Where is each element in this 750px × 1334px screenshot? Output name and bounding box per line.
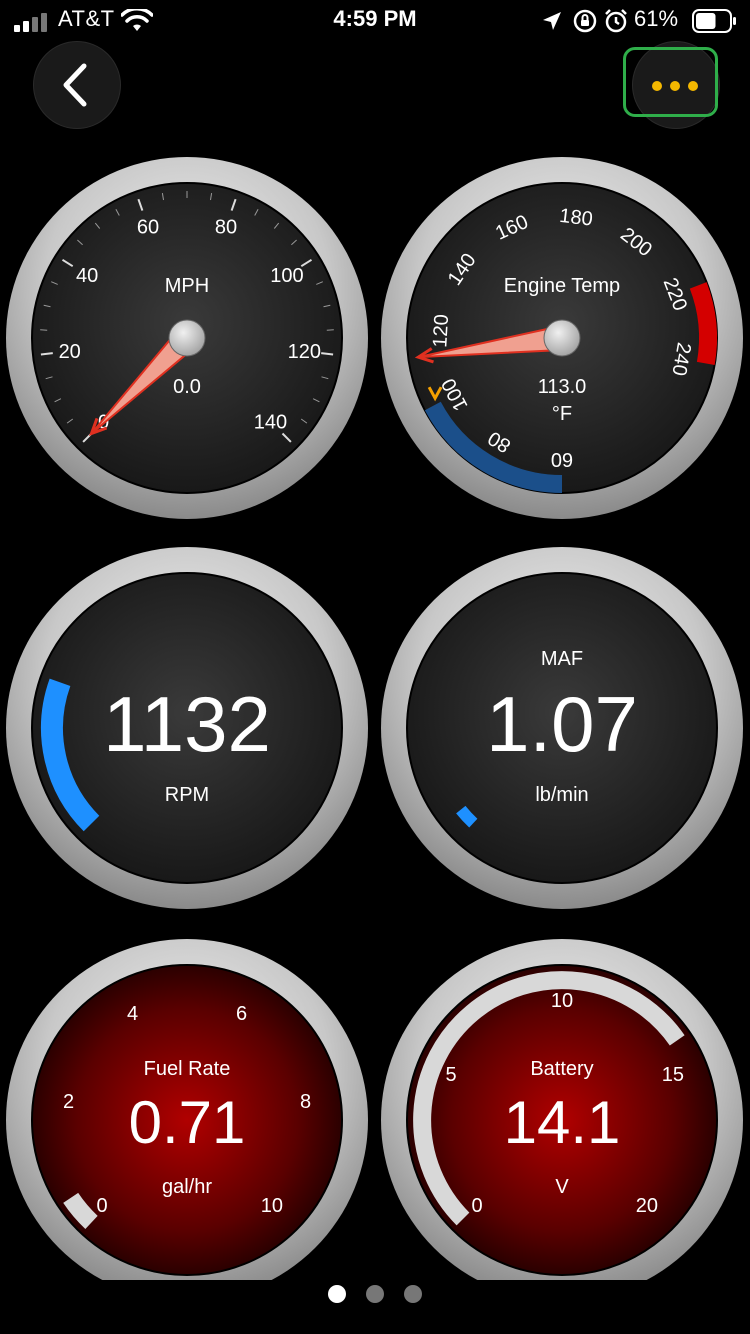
engine-temp-hub [543, 319, 581, 357]
engine-temp-tick-label: 60 [551, 448, 573, 470]
alarm-icon [605, 9, 627, 33]
maf-gauge[interactable]: MAF 1.07 lb/min [381, 547, 743, 909]
fuel-rate-tick-label: 10 [261, 1195, 283, 1217]
engine-temp-tick-label: 120 [429, 314, 453, 349]
speedometer-tick-label: 60 [137, 217, 159, 239]
speedometer-value: 0.0 [173, 376, 201, 398]
chevron-left-icon [63, 63, 87, 107]
battery-voltage-tick-label: 20 [636, 1195, 658, 1217]
battery-voltage-unit: V [555, 1176, 569, 1198]
speedometer-hub [168, 319, 206, 357]
battery-voltage-label: Battery [530, 1058, 593, 1080]
maf-unit: lb/min [535, 784, 588, 806]
status-bar: AT&T 4:59 PM 61% [0, 0, 750, 44]
engine-temp-value: 113.0 [538, 376, 587, 398]
speedometer-gauge[interactable]: 020406080100120140 MPH 0.0 [6, 157, 368, 519]
battery-voltage-gauge[interactable]: 0 5 10 15 20 Battery 14.1 V [381, 939, 743, 1280]
engine-temp-unit: °F [552, 403, 572, 425]
battery-voltage-value: 14.1 [504, 1089, 621, 1156]
fuel-rate-tick-label: 0 [97, 1195, 108, 1217]
speedometer-tick-label: 40 [76, 265, 98, 287]
more-button-highlight [623, 47, 718, 117]
location-arrow-icon [543, 12, 561, 30]
rpm-label: RPM [165, 784, 209, 806]
rpm-gauge[interactable]: 1132 RPM [6, 547, 368, 909]
fuel-rate-tick-label: 6 [236, 1003, 247, 1025]
maf-value: 1.07 [486, 680, 638, 768]
page-dot[interactable] [404, 1285, 422, 1303]
battery-voltage-tick-label: 15 [662, 1064, 684, 1086]
gauges-canvas: 020406080100120140 MPH 0.0 6080100120140… [6, 157, 743, 1280]
rotation-lock-icon [573, 9, 597, 33]
page-dot[interactable] [328, 1285, 346, 1303]
speedometer-tick-label: 100 [270, 265, 303, 287]
engine-temp-redline [689, 282, 717, 365]
battery-voltage-tick-label: 5 [446, 1064, 457, 1086]
engine-temp-tick-label: 180 [558, 205, 594, 231]
speedometer-tick-label: 20 [59, 341, 81, 363]
engine-temp-gauge[interactable]: 6080100120140160 180200220240 Engine Temp… [381, 157, 743, 519]
speedometer-tick-label: 120 [288, 341, 321, 363]
speedometer-tick-mark [321, 352, 334, 356]
fuel-rate-tick-label: 4 [127, 1003, 138, 1025]
speedometer-tick-mark [40, 352, 53, 356]
rpm-value: 1132 [103, 680, 271, 768]
fuel-rate-label: Fuel Rate [144, 1058, 231, 1080]
speedometer-label: MPH [165, 275, 209, 297]
engine-temp-label: Engine Temp [504, 275, 620, 297]
fuel-rate-tick-label: 2 [63, 1091, 74, 1113]
page-dot[interactable] [366, 1285, 384, 1303]
maf-label: MAF [541, 648, 583, 670]
battery-voltage-tick-label: 0 [472, 1195, 483, 1217]
battery-percent: 61% [634, 6, 679, 31]
speedometer-tick-label: 140 [254, 411, 287, 433]
battery-voltage-tick-label: 10 [551, 990, 573, 1012]
speedometer-tick-label: 80 [215, 217, 237, 239]
fuel-rate-unit: gal/hr [162, 1176, 212, 1198]
back-button[interactable] [33, 41, 121, 129]
gauge-grid: 020406080100120140 MPH 0.0 6080100120140… [0, 150, 750, 1280]
fuel-rate-gauge[interactable]: 0 2 4 6 8 10 Fuel Rate 0.71 gal/hr [6, 939, 368, 1280]
battery-icon [692, 9, 736, 33]
fuel-rate-tick-label: 8 [300, 1091, 311, 1113]
page-indicator[interactable] [0, 1285, 750, 1305]
fuel-rate-value: 0.71 [129, 1089, 246, 1156]
